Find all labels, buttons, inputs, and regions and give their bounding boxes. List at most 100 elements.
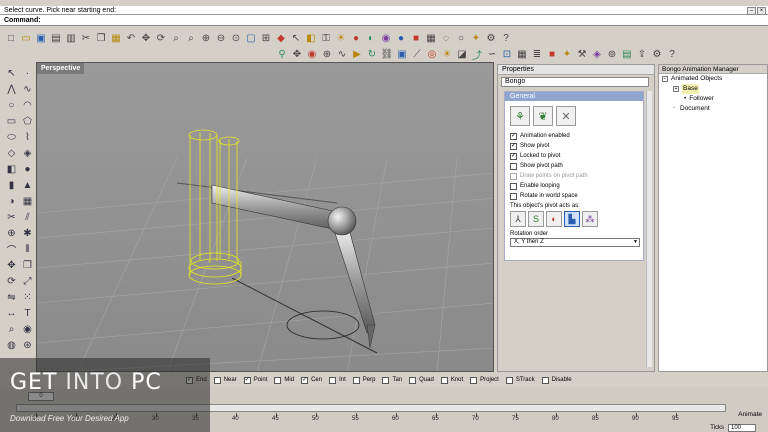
rotation-order-select[interactable]: X, Y then Z ▼ bbox=[510, 238, 640, 247]
osnap-option[interactable]: ✓ Cen bbox=[301, 376, 322, 384]
properties-icon[interactable]: ⚙ bbox=[484, 31, 498, 45]
pivot-ik-icon[interactable]: S bbox=[528, 211, 544, 227]
bongo-spline-icon[interactable]: ∽ bbox=[485, 47, 499, 61]
osnap-checkbox[interactable] bbox=[352, 376, 360, 384]
sphere-solid-icon[interactable]: ● bbox=[20, 162, 35, 177]
animation-remove-icon[interactable]: ✕ bbox=[556, 106, 576, 126]
osnap-checkbox[interactable] bbox=[470, 376, 478, 384]
four-view-icon[interactable]: ⊞ bbox=[259, 31, 273, 45]
zoom-icon[interactable]: ⌕ bbox=[169, 31, 183, 45]
zoom-window-icon[interactable]: ⌕ bbox=[184, 31, 198, 45]
zoom-extents-icon[interactable]: ⊕ bbox=[199, 31, 213, 45]
import-icon[interactable]: ▥ bbox=[64, 31, 78, 45]
bongo-star-icon[interactable]: ✦ bbox=[560, 47, 574, 61]
viewport-icon[interactable]: ▢ bbox=[244, 31, 258, 45]
osnap-option[interactable]: Disable bbox=[541, 376, 572, 384]
collapse-icon[interactable]: − bbox=[662, 76, 668, 82]
bongo-key-icon[interactable]: ⚲ bbox=[275, 47, 289, 61]
join-icon[interactable]: ⊕ bbox=[4, 226, 19, 241]
cut-icon[interactable]: ✂ bbox=[79, 31, 93, 45]
undo-icon[interactable]: ↶ bbox=[124, 31, 138, 45]
animation-edit-icon[interactable]: ❦ bbox=[533, 106, 553, 126]
select-icon[interactable]: ↖ bbox=[289, 31, 303, 45]
bongo-target-icon[interactable]: ◎ bbox=[425, 47, 439, 61]
bongo-export-icon[interactable]: ⇪ bbox=[635, 47, 649, 61]
light-icon[interactable]: ☀ bbox=[334, 31, 348, 45]
ticks-field[interactable]: 100 bbox=[728, 424, 756, 432]
hide-icon[interactable]: ◌ bbox=[439, 31, 453, 45]
general-section-header[interactable]: General bbox=[505, 92, 643, 101]
mirror-icon[interactable]: ⇋ bbox=[4, 290, 19, 305]
bongo-onion-icon[interactable]: ⊚ bbox=[605, 47, 619, 61]
pivot-joint-icon[interactable]: ⅄ bbox=[510, 211, 526, 227]
split-icon[interactable]: ⫽ bbox=[20, 210, 35, 225]
box-icon[interactable]: ◧ bbox=[4, 162, 19, 177]
rotate-view-icon[interactable]: ⟳ bbox=[154, 31, 168, 45]
bongo-grid-icon[interactable]: ▦ bbox=[515, 47, 529, 61]
rotate-icon[interactable]: ⟳ bbox=[4, 274, 19, 289]
bongo-bone-icon[interactable]: ⟋ bbox=[410, 47, 424, 61]
zoom-all-icon[interactable]: ⊙ bbox=[229, 31, 243, 45]
bongo-settings-icon[interactable]: ⚙ bbox=[650, 47, 664, 61]
car-icon[interactable]: ◆ bbox=[274, 31, 288, 45]
pivot-target-icon[interactable]: ◐ bbox=[546, 211, 562, 227]
tree-item-animated-objects[interactable]: − Animated Objects bbox=[659, 74, 767, 84]
world-icon[interactable]: ⊛ bbox=[20, 338, 35, 353]
bongo-loop-icon[interactable]: ↻ bbox=[365, 47, 379, 61]
help-icon[interactable]: ? bbox=[499, 31, 513, 45]
close-icon[interactable]: × bbox=[757, 7, 766, 15]
tree-item-follower[interactable]: • Follower bbox=[659, 94, 767, 104]
osnap-checkbox[interactable] bbox=[541, 376, 549, 384]
open-file-icon[interactable]: ▭ bbox=[19, 31, 33, 45]
render-icon[interactable]: ● bbox=[349, 31, 363, 45]
property-checkbox[interactable]: Draw points on pivot path bbox=[505, 171, 643, 181]
bongo-constraint-icon[interactable]: ⊡ bbox=[500, 47, 514, 61]
move-icon[interactable]: ✥ bbox=[4, 258, 19, 273]
copy-tool-icon[interactable]: ❐ bbox=[20, 258, 35, 273]
properties-scrollbar[interactable] bbox=[646, 91, 652, 367]
checkbox-box[interactable]: ✓ bbox=[510, 132, 517, 140]
paste-icon[interactable]: ▦ bbox=[109, 31, 123, 45]
print-icon[interactable]: ▤ bbox=[49, 31, 63, 45]
osnap-option[interactable]: Mid bbox=[274, 376, 294, 384]
array-icon[interactable]: ⁙ bbox=[20, 290, 35, 305]
polyline-icon[interactable]: ⋀ bbox=[4, 82, 19, 97]
tree-item-document[interactable]: ▫ Document bbox=[659, 104, 767, 114]
bongo-play-icon[interactable]: ▶ bbox=[350, 47, 364, 61]
expand-icon[interactable]: + bbox=[673, 86, 679, 92]
star-icon[interactable]: ✦ bbox=[469, 31, 483, 45]
boolean-icon[interactable]: ◑ bbox=[4, 194, 19, 209]
osnap-option[interactable]: Near bbox=[213, 376, 237, 384]
osnap-checkbox[interactable] bbox=[409, 376, 417, 384]
property-checkbox[interactable]: ✓ Locked to pivot bbox=[505, 151, 643, 161]
osnap-checkbox[interactable] bbox=[382, 376, 390, 384]
property-checkbox[interactable]: Rotate in world space bbox=[505, 191, 643, 201]
animate-label[interactable]: Animate bbox=[738, 411, 762, 418]
osnap-option[interactable]: STrack bbox=[505, 376, 535, 384]
new-file-icon[interactable]: □ bbox=[4, 31, 18, 45]
sphere-icon[interactable]: ● bbox=[394, 31, 408, 45]
osnap-option[interactable]: Quad bbox=[409, 376, 434, 384]
fillet-icon[interactable]: ⌒ bbox=[4, 242, 19, 257]
analyze-icon[interactable]: ⌕ bbox=[4, 322, 19, 337]
property-checkbox[interactable]: Enable looping bbox=[505, 181, 643, 191]
ellipse-icon[interactable]: ⬭ bbox=[4, 130, 19, 145]
osnap-checkbox[interactable] bbox=[213, 376, 221, 384]
text-icon[interactable]: T bbox=[20, 306, 35, 321]
osnap-option[interactable]: ✓ Point bbox=[243, 376, 267, 384]
checkbox-box[interactable]: ✓ bbox=[510, 152, 517, 160]
grid-icon[interactable]: ▦ bbox=[424, 31, 438, 45]
osnap-option[interactable]: Project bbox=[470, 376, 499, 384]
property-checkbox[interactable]: Show pivot path bbox=[505, 161, 643, 171]
pan-icon[interactable]: ✥ bbox=[139, 31, 153, 45]
bongo-list-icon[interactable]: ≣ bbox=[530, 47, 544, 61]
animation-key-icon[interactable]: ⚘ bbox=[510, 106, 530, 126]
bongo-wrench-icon[interactable]: ⚒ bbox=[575, 47, 589, 61]
select-arrow-icon[interactable]: ↖ bbox=[4, 66, 19, 81]
bongo-help-icon[interactable]: ? bbox=[665, 47, 679, 61]
bongo-cube-icon[interactable]: ▣ bbox=[395, 47, 409, 61]
bongo-path-icon[interactable]: ∿ bbox=[335, 47, 349, 61]
freeform-icon[interactable]: ⌇ bbox=[20, 130, 35, 145]
bongo-pivot-icon[interactable]: ⊕ bbox=[320, 47, 334, 61]
show-icon[interactable]: ○ bbox=[454, 31, 468, 45]
